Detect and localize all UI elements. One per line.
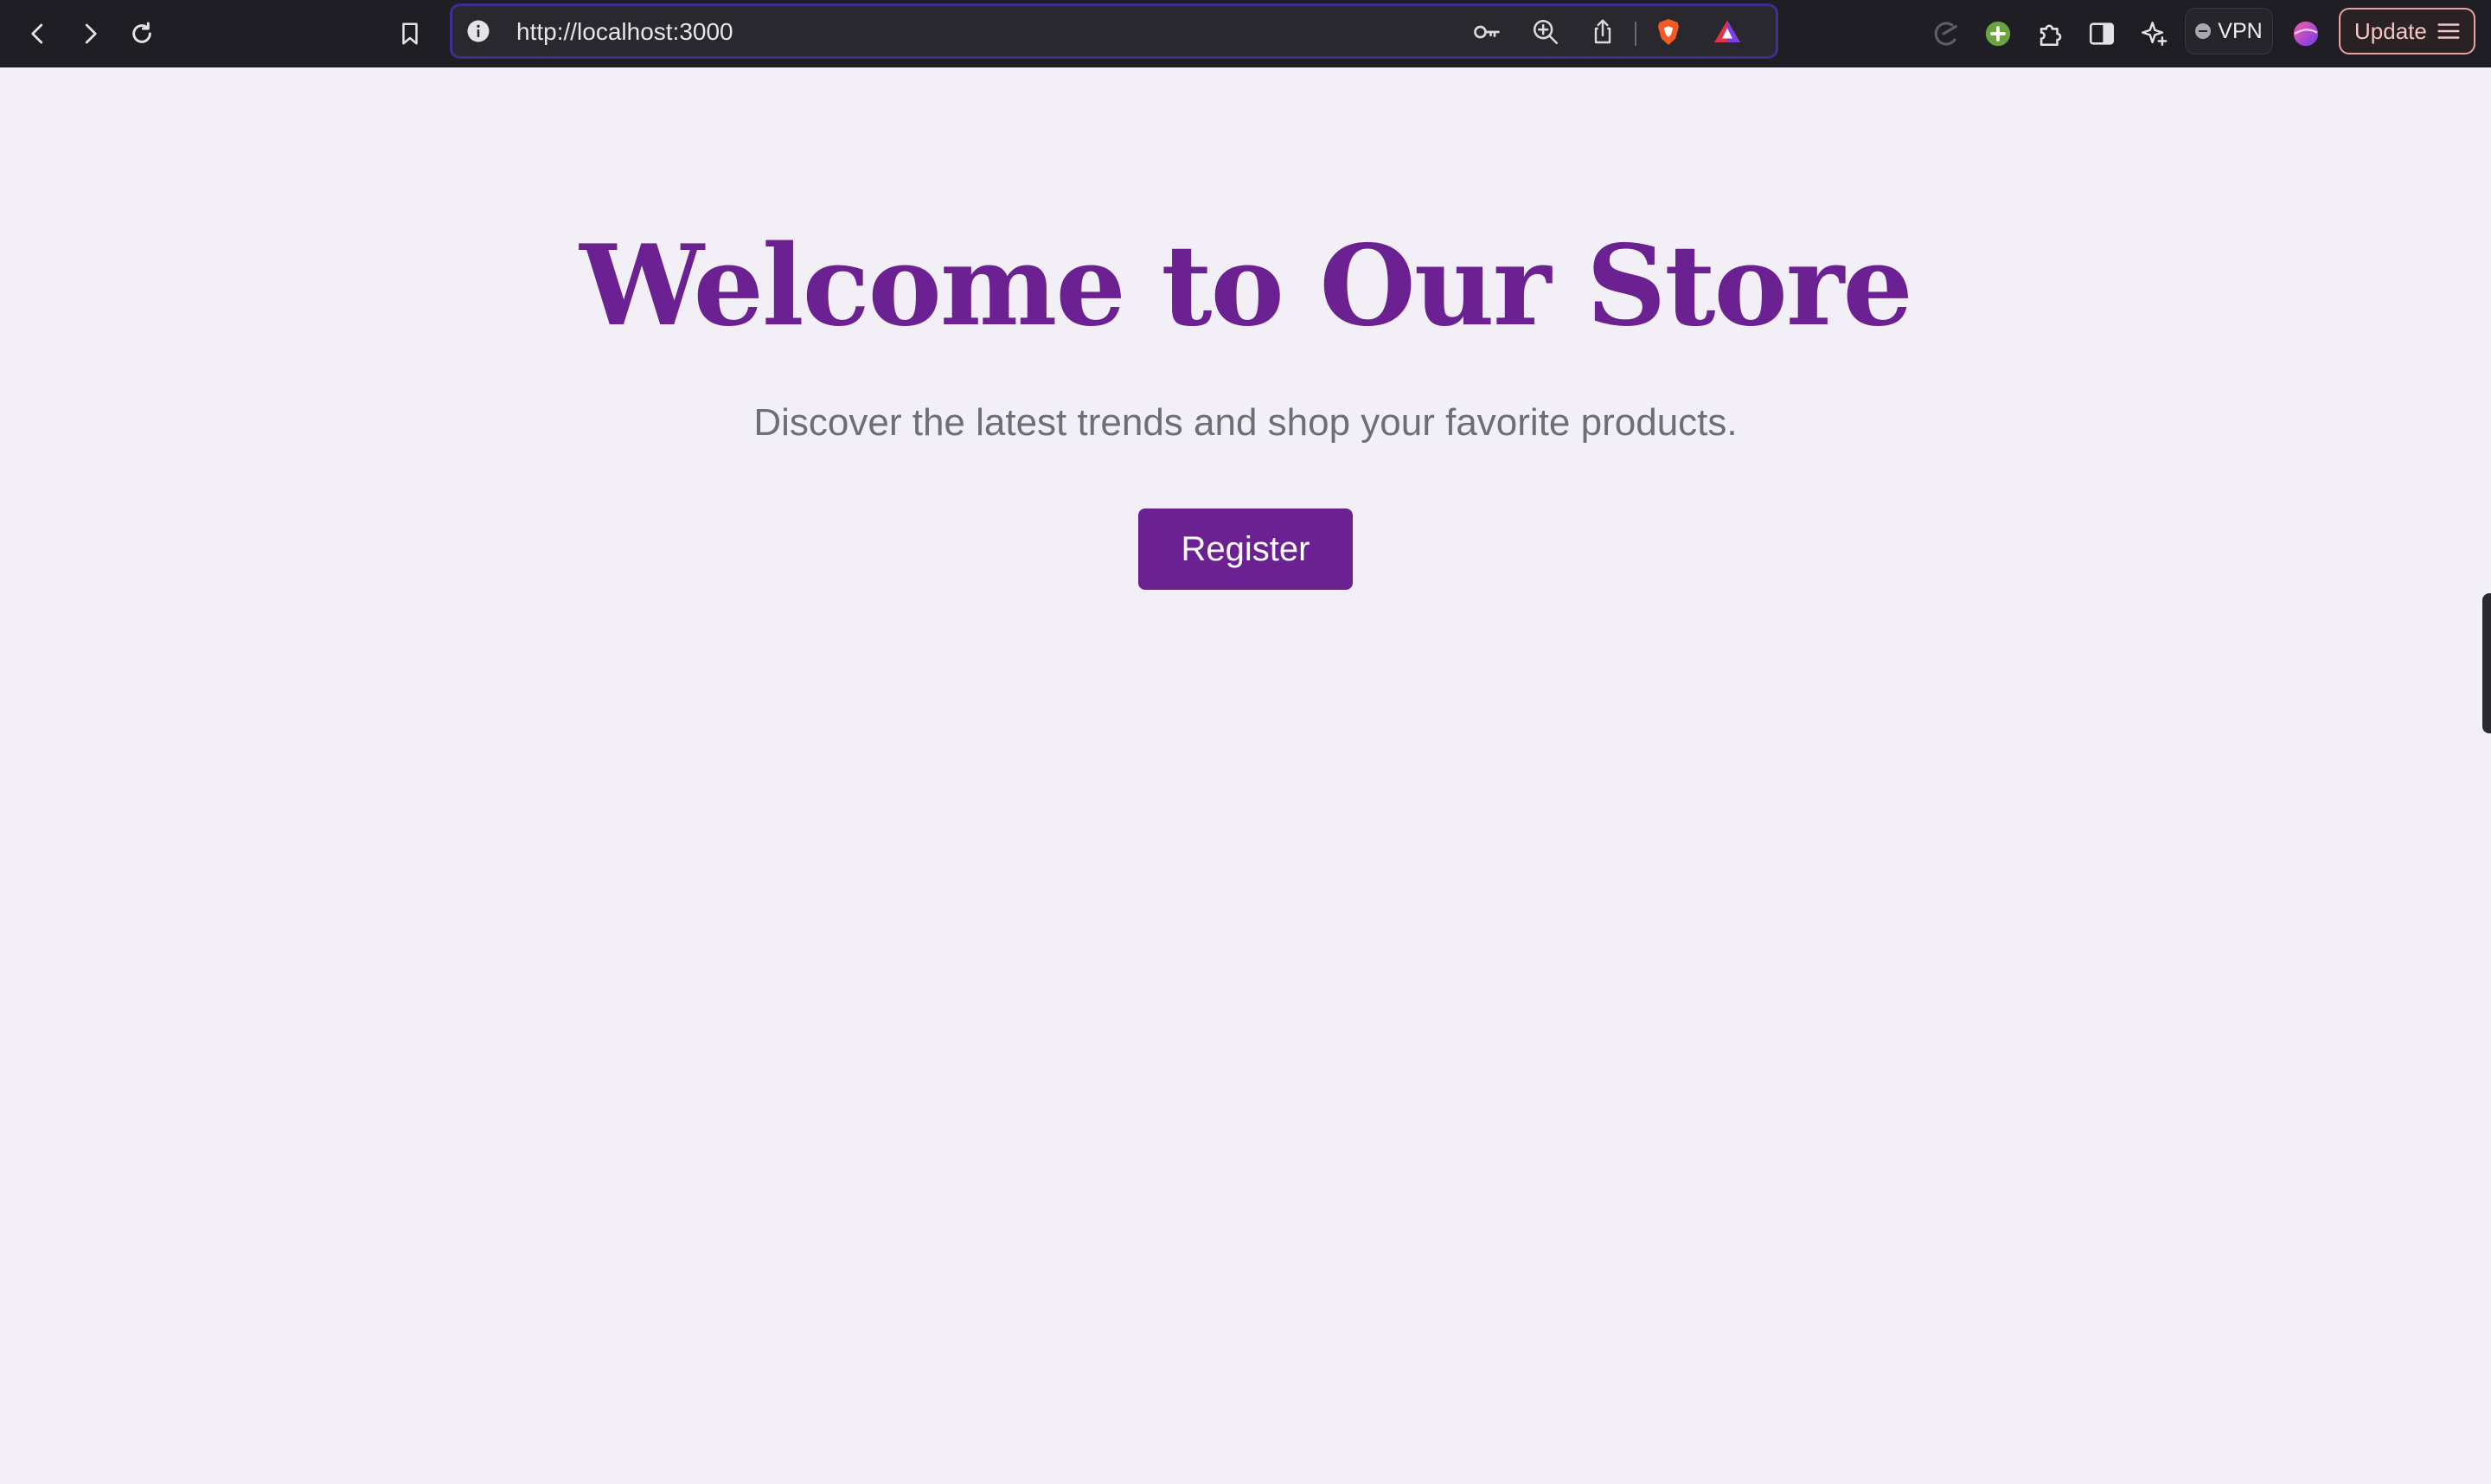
vpn-label: VPN [2218, 18, 2263, 43]
browser-toolbar: http://localhost:3000 VPN Update [0, 0, 2491, 67]
bookmark-button[interactable] [389, 13, 431, 54]
leo-button[interactable] [1925, 13, 1967, 54]
forward-button[interactable] [69, 13, 111, 54]
chevron-left-icon [31, 23, 43, 44]
hamburger-menu-icon [2437, 23, 2460, 39]
hero-subtitle: Discover the latest trends and shop your… [753, 401, 1738, 444]
rewards-triangle-icon [1714, 20, 1740, 42]
ai-assistant-button[interactable] [2133, 13, 2174, 54]
url-text[interactable]: http://localhost:3000 [516, 18, 733, 46]
password-button[interactable] [1470, 15, 1504, 49]
extension-add-button[interactable] [1977, 13, 2019, 54]
url-divider [1635, 22, 1636, 46]
profile-avatar-icon [2293, 21, 2319, 47]
key-icon [1474, 25, 1500, 39]
reload-icon [132, 22, 151, 43]
share-icon [1594, 19, 1611, 44]
sidebar-toggle-button[interactable] [2081, 13, 2123, 54]
brave-shield-icon [1658, 19, 1679, 45]
address-bar[interactable]: http://localhost:3000 [450, 3, 1778, 59]
sparkle-icon [2142, 22, 2168, 46]
extensions-button[interactable] [2029, 13, 2071, 54]
brave-rewards-button[interactable] [1710, 15, 1745, 49]
update-label: Update [2354, 17, 2427, 44]
vpn-status-icon [2195, 23, 2212, 39]
zoom-in-icon [1533, 19, 1559, 45]
profile-button[interactable] [2285, 13, 2327, 54]
leo-icon [1934, 22, 1957, 46]
chevron-right-icon [85, 23, 97, 44]
bookmark-icon [402, 22, 418, 45]
info-icon [467, 20, 490, 42]
reload-button[interactable] [121, 13, 163, 54]
register-button[interactable]: Register [1138, 509, 1353, 590]
vpn-button[interactable]: VPN [2185, 8, 2273, 54]
zoom-button[interactable] [1528, 15, 1563, 49]
plus-circle-icon [1985, 21, 2011, 47]
brave-shields-button[interactable] [1651, 15, 1686, 49]
share-button[interactable] [1585, 15, 1620, 49]
sidebar-icon [2089, 22, 2115, 45]
site-info-button[interactable] [463, 16, 494, 47]
side-panel-handle[interactable] [2482, 593, 2491, 733]
back-button[interactable] [17, 13, 59, 54]
update-button[interactable]: Update [2339, 8, 2475, 54]
puzzle-icon [2040, 24, 2062, 47]
hero-title: Welcome to Our Store [580, 221, 1913, 351]
